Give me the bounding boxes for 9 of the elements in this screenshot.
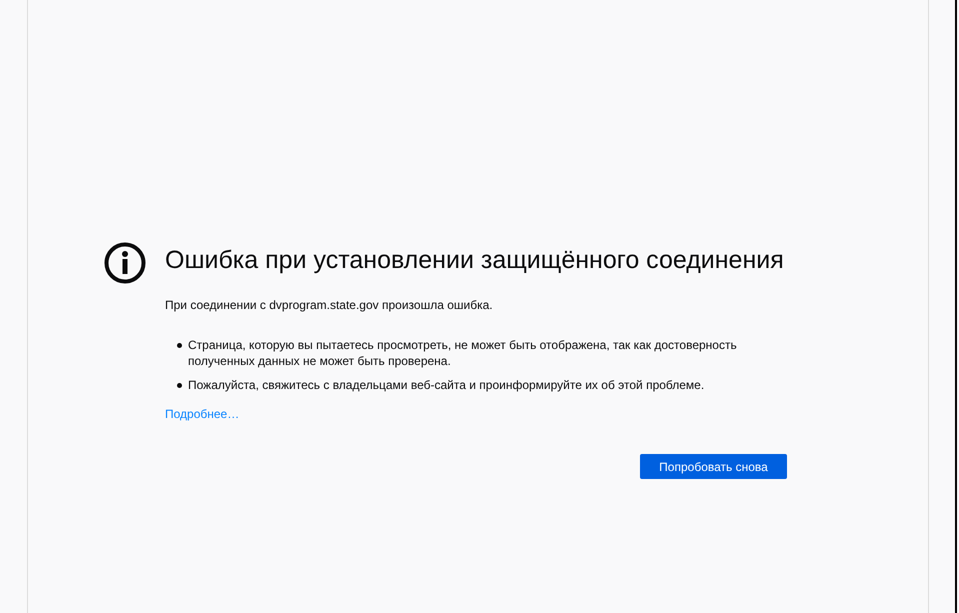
- more-info-link[interactable]: Подробнее…: [165, 405, 240, 423]
- bullet-icon: [177, 343, 182, 348]
- bullet-icon: [177, 383, 182, 388]
- error-message: При соединении с dvprogram.state.gov произошла ошибка.: [165, 297, 494, 314]
- page-title: Ошибка при установлении защищённого соединения: [165, 245, 785, 276]
- bullet-text: Страница, которую вы пытаетесь просмотреть, не может быть отображена, так как достоверность полученных данных не может быть проверена.: [188, 337, 738, 369]
- info-icon: [104, 242, 146, 284]
- try-again-button[interactable]: Попробовать снова: [640, 454, 787, 479]
- bullet-text: Пожалуйста, свяжитесь с владельцами веб-сайта и проинформируйте их об этой проблеме.: [188, 377, 706, 393]
